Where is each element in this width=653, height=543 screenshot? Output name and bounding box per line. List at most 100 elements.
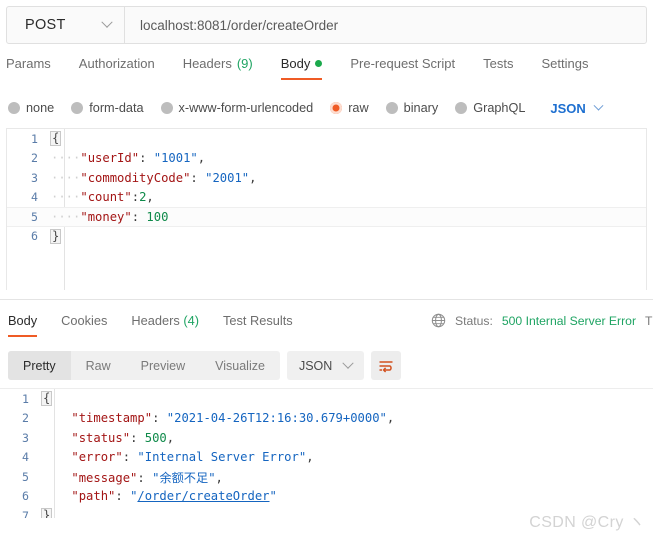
view-mode-pretty[interactable]: Pretty: [8, 351, 71, 380]
json-colon: :: [122, 450, 138, 465]
raw-format-select[interactable]: JSON: [550, 100, 604, 116]
json-comma: ,: [215, 470, 223, 485]
json-colon: :: [152, 411, 167, 426]
chevron-down-icon: [101, 16, 113, 28]
response-tab-test-results-label: Test Results: [222, 313, 293, 328]
json-key: "count": [80, 190, 132, 205]
response-time-label: T: [645, 313, 653, 328]
tab-authorization[interactable]: Authorization: [79, 56, 155, 80]
tab-settings[interactable]: Settings: [541, 56, 588, 80]
http-method-label: POST: [25, 17, 66, 33]
response-tab-headers[interactable]: Headers (4): [131, 313, 199, 337]
json-colon: :: [131, 209, 147, 224]
request-body-editor[interactable]: 1 { 2 ····"userId": "1001", 3 ····"commo…: [6, 128, 647, 290]
body-type-urlencoded-label: x-www-form-urlencoded: [178, 101, 314, 115]
radio-icon: [8, 102, 20, 114]
indent: ····: [51, 209, 81, 224]
response-tab-headers-label: Headers: [131, 313, 180, 328]
view-mode-visualize-label: Visualize: [215, 358, 265, 373]
line-number: 4: [31, 190, 38, 205]
json-value-link[interactable]: /order/createOrder: [137, 489, 269, 503]
tab-tests[interactable]: Tests: [483, 56, 513, 80]
body-type-raw[interactable]: raw: [330, 101, 369, 115]
response-tab-headers-count: (4): [183, 313, 199, 328]
word-wrap-icon: [379, 360, 393, 373]
code-line: 3 ····"commodityCode": "2001",: [7, 168, 646, 188]
radio-icon: [385, 102, 398, 114]
response-tab-test-results[interactable]: Test Results: [223, 313, 293, 337]
code-line: 3 "status": 500,: [0, 428, 653, 448]
json-key: "message": [71, 470, 138, 485]
json-key: "money": [80, 209, 132, 224]
line-number: 1: [31, 131, 38, 146]
watermark: CSDN @Cry ヽ: [529, 514, 645, 531]
response-tab-body[interactable]: Body: [8, 313, 38, 337]
word-wrap-button[interactable]: [371, 351, 402, 380]
body-type-form-data[interactable]: form-data: [71, 101, 144, 115]
response-tab-cookies-label: Cookies: [61, 313, 108, 328]
line-number: 5: [22, 469, 29, 484]
json-value: "1001": [153, 151, 198, 166]
json-colon: :: [139, 151, 154, 166]
json-comma: ,: [197, 151, 206, 166]
response-tab-cookies[interactable]: Cookies: [61, 313, 107, 337]
body-type-form-data-label: form-data: [89, 101, 144, 115]
status-label: Status:: [454, 313, 493, 328]
code-line: 2 ····"userId": "1001",: [7, 149, 646, 169]
response-view-mode-group: Pretty Raw Preview Visualize: [8, 351, 280, 380]
body-type-graphql[interactable]: GraphQL: [455, 101, 525, 115]
json-comma: ,: [386, 411, 395, 426]
response-view-toolbar: Pretty Raw Preview Visualize JSON: [8, 351, 402, 380]
body-indicator-dot-icon: [315, 60, 323, 67]
tab-body[interactable]: Body: [280, 56, 323, 80]
body-type-binary[interactable]: binary: [385, 101, 438, 115]
line-number: 5: [31, 209, 38, 224]
chevron-down-icon: [342, 357, 354, 369]
view-mode-visualize[interactable]: Visualize: [200, 351, 280, 380]
code-line: 6 }: [7, 227, 646, 247]
http-method-select[interactable]: POST: [7, 7, 125, 43]
code-line: 4 ····"count":2,: [7, 188, 646, 208]
json-key: "timestamp": [71, 411, 153, 426]
indent: ····: [51, 190, 81, 205]
view-mode-raw[interactable]: Raw: [71, 351, 126, 380]
json-value: "2001": [205, 170, 250, 185]
json-comma: ,: [146, 190, 154, 205]
request-url-input[interactable]: localhost:8081/order/createOrder: [125, 7, 646, 43]
json-value: 余额不足: [159, 470, 209, 485]
tab-pre-request-script-label: Pre-request Script: [350, 56, 456, 71]
line-number: 6: [22, 489, 29, 504]
line-number: 3: [31, 170, 38, 185]
line-number: 6: [31, 229, 38, 244]
tab-authorization-label: Authorization: [78, 56, 155, 71]
tab-params[interactable]: Params: [6, 56, 51, 80]
postman-window: POST localhost:8081/order/createOrder Pa…: [0, 0, 653, 543]
radio-icon: [455, 102, 468, 114]
code-line: 5 "message": "余额不足",: [0, 467, 653, 487]
response-format-select[interactable]: JSON: [286, 351, 365, 380]
line-number: 7: [22, 508, 29, 518]
json-key: "commodityCode": [80, 170, 191, 185]
line-number: 2: [22, 411, 29, 426]
json-key: "userId": [80, 151, 140, 166]
tab-headers[interactable]: Headers (9): [183, 56, 253, 80]
json-brace: {: [41, 391, 53, 407]
response-format-label: JSON: [298, 358, 333, 373]
tab-params-label: Params: [6, 56, 51, 71]
json-key: "status": [71, 430, 131, 445]
view-mode-pretty-label: Pretty: [23, 358, 56, 373]
code-line: 6 "path": "/order/createOrder": [0, 487, 653, 507]
tab-pre-request-script[interactable]: Pre-request Script: [350, 56, 455, 80]
json-colon: :: [115, 489, 131, 504]
body-type-none[interactable]: none: [8, 101, 54, 115]
body-type-raw-label: raw: [348, 101, 369, 115]
code-line: 4 "error": "Internal Server Error",: [0, 448, 653, 468]
response-tab-body-label: Body: [8, 313, 38, 328]
json-comma: ,: [249, 170, 257, 185]
json-comma: ,: [166, 430, 175, 445]
json-brace: }: [41, 508, 53, 518]
view-mode-preview[interactable]: Preview: [126, 351, 200, 380]
request-url-bar: POST localhost:8081/order/createOrder: [6, 6, 647, 44]
body-type-urlencoded[interactable]: x-www-form-urlencoded: [160, 101, 314, 115]
response-body-editor[interactable]: 1 { 2 "timestamp": "2021-04-26T12:16:30.…: [0, 388, 653, 518]
